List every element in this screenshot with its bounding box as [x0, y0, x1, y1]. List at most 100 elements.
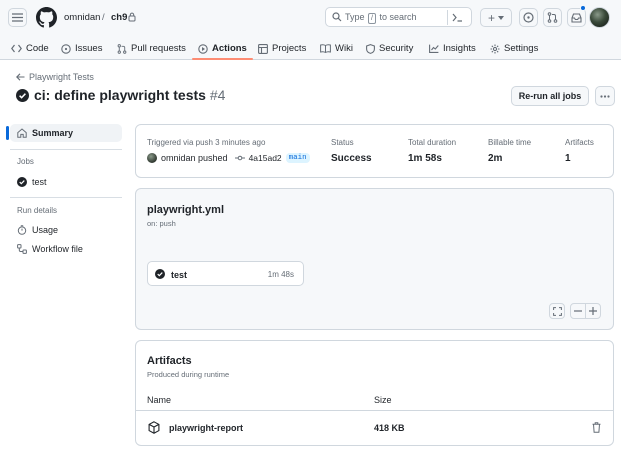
lock-icon [128, 12, 136, 22]
book-icon [320, 44, 331, 53]
tab-label: Projects [272, 43, 307, 54]
owner-link[interactable]: omnidan [64, 12, 100, 23]
success-check-icon [16, 88, 29, 102]
github-logo-icon[interactable] [36, 7, 57, 28]
sidebar-item-summary[interactable]: Summary [6, 124, 122, 142]
breadcrumb-separator: / [102, 12, 105, 23]
package-icon [148, 421, 160, 434]
trigger-details: omnidan pushed 4a15ad2 main [147, 153, 310, 163]
tab-actions[interactable]: Actions [192, 37, 253, 60]
sidebar-item-label: Workflow file [32, 244, 83, 254]
sidebar-divider [10, 197, 122, 198]
artifacts-count-value[interactable]: 1 [565, 153, 571, 164]
repo-link[interactable]: ch9 [111, 12, 127, 23]
search-placeholder: Type / to search [345, 12, 417, 24]
workflow-file-name: playwright.yml [147, 204, 225, 216]
tab-issues[interactable]: Issues [61, 37, 102, 60]
command-palette-button[interactable] [447, 10, 466, 25]
sidebar-item-usage[interactable]: Usage [10, 221, 122, 239]
slash-key: / [368, 13, 376, 24]
issue-icon [61, 43, 71, 54]
sidebar-item-workflow-file[interactable]: Workflow file [10, 240, 122, 258]
inbox-icon [571, 12, 582, 23]
column-header-name: Name [147, 395, 172, 405]
fullscreen-icon [552, 306, 562, 316]
sidebar-item-label: Usage [32, 225, 59, 235]
artifacts-heading: Artifacts [147, 355, 192, 367]
fullscreen-button[interactable] [549, 303, 565, 319]
back-link-label: Playwright Tests [29, 72, 94, 82]
trash-icon[interactable] [592, 422, 601, 433]
success-check-icon [155, 269, 165, 279]
repo-nav: Code Issues Pull requests Actions Projec… [0, 37, 621, 60]
artifact-download-link[interactable]: playwright-report [169, 423, 243, 433]
issues-button[interactable] [519, 8, 538, 27]
artifacts-panel: Artifacts Produced during runtime Name S… [135, 340, 614, 446]
run-number: #4 [209, 87, 226, 103]
sidebar-divider [10, 149, 122, 150]
tab-security[interactable]: Security [366, 37, 413, 60]
home-icon [17, 128, 27, 138]
page-title: ci: define playwright tests #4 [34, 87, 226, 103]
artifacts-subtitle: Produced during runtime [147, 370, 230, 379]
arrow-left-icon [16, 73, 25, 81]
tab-label: Issues [75, 43, 103, 54]
stopwatch-icon [17, 225, 27, 235]
issue-circle-icon [523, 12, 534, 23]
terminal-icon [452, 13, 462, 22]
sidebar-item-job-test[interactable]: test [10, 173, 122, 191]
graph-icon [429, 44, 439, 53]
zoom-out-button[interactable] [570, 303, 586, 319]
tab-label: Code [26, 43, 49, 54]
billable-value[interactable]: 2m [488, 153, 502, 164]
job-name: test [171, 270, 188, 280]
tab-projects[interactable]: Projects [258, 37, 306, 60]
artifact-size: 418 KB [374, 423, 405, 433]
tab-settings[interactable]: Settings [490, 37, 538, 60]
back-to-workflow-link[interactable]: Playwright Tests [16, 72, 94, 82]
shield-icon [366, 43, 375, 54]
tab-wiki[interactable]: Wiki [320, 37, 353, 60]
notification-indicator [580, 5, 586, 11]
user-avatar[interactable] [589, 7, 610, 28]
global-header: omnidan / ch9 Type / to search + Code Is… [0, 0, 621, 60]
trigger-label: Triggered via push 3 minutes ago [147, 138, 266, 147]
duration-value: 1m 58s [408, 153, 442, 164]
pull-requests-button[interactable] [543, 8, 562, 27]
sidebar-item-label: Summary [32, 128, 74, 138]
commit-sha-link[interactable]: 4a15ad2 [249, 153, 282, 163]
sidebar-item-label: test [32, 177, 47, 187]
zoom-in-button[interactable] [585, 303, 601, 319]
tab-pull-requests[interactable]: Pull requests [117, 37, 186, 60]
branch-label[interactable]: main [285, 153, 310, 163]
rerun-all-jobs-button[interactable]: Re-run all jobs [511, 86, 589, 106]
menu-button[interactable] [8, 8, 27, 27]
workflow-icon [17, 244, 27, 254]
column-header-size: Size [374, 395, 392, 405]
run-title-row: ci: define playwright tests #4 [16, 87, 225, 103]
tab-insights[interactable]: Insights [429, 37, 476, 60]
status-value: Success [331, 153, 372, 164]
create-new-button[interactable]: + [480, 8, 512, 27]
play-icon [198, 43, 208, 54]
more-options-button[interactable] [595, 86, 615, 106]
sidebar-heading-run-details: Run details [17, 206, 58, 215]
code-icon [11, 44, 22, 53]
plus-icon [589, 307, 597, 315]
hamburger-icon [12, 13, 23, 22]
commit-icon [234, 155, 245, 161]
plus-icon: + [487, 10, 495, 25]
workflow-trigger: on: push [147, 219, 176, 228]
artifacts-table-header: Name Size [136, 389, 613, 411]
success-check-icon [17, 177, 27, 187]
tab-label: Pull requests [131, 43, 186, 54]
search-icon [332, 12, 342, 22]
job-card-test[interactable]: test 1m 48s [147, 261, 304, 286]
minus-icon [574, 310, 582, 312]
tab-label: Wiki [335, 43, 353, 54]
tab-label: Actions [212, 43, 247, 54]
tab-code[interactable]: Code [11, 37, 49, 60]
gear-icon [490, 44, 500, 53]
actor-avatar [147, 153, 157, 163]
actor-link[interactable]: omnidan pushed [161, 153, 228, 163]
